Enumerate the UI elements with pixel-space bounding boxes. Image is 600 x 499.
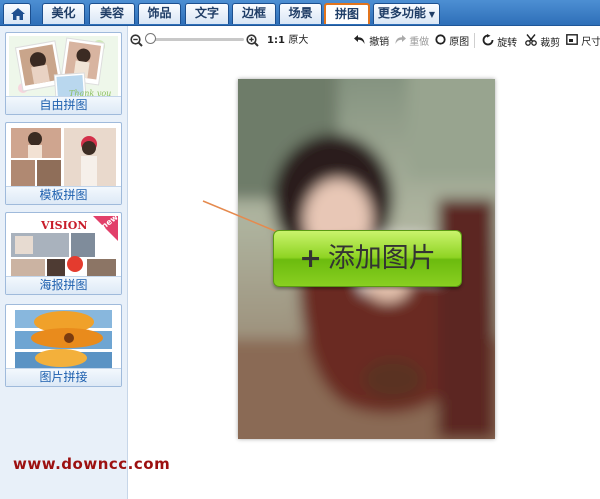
zoom-slider-track[interactable] — [150, 38, 244, 41]
tab-frame[interactable]: 边框 — [232, 3, 276, 24]
resize-icon — [566, 34, 578, 45]
resize-label: 尺寸 — [581, 37, 600, 48]
tab-label: 美化 — [51, 6, 76, 20]
zoom-out-icon — [130, 34, 143, 47]
zoom-slider-handle[interactable] — [145, 33, 156, 44]
crop-button[interactable]: 裁剪 — [525, 34, 561, 49]
tab-beauty[interactable]: 美容 — [89, 3, 135, 24]
add-image-label: 添加图片 — [327, 243, 436, 274]
actual-size-button[interactable]: 1:1 原大 — [267, 34, 308, 48]
tab-label: 场景 — [288, 6, 313, 20]
tab-label: 美容 — [99, 6, 124, 20]
sidebar-item-label: 自由拼图 — [6, 96, 121, 114]
tab-label: 拼图 — [334, 7, 359, 21]
chevron-down-icon: ▼ — [428, 10, 436, 19]
tab-scene[interactable]: 场景 — [279, 3, 322, 24]
main-tab-bar: 美化 美容 饰品 文字 边框 场景 拼图 更多功能 ▼ — [0, 0, 600, 26]
template-collage-thumbnail — [9, 126, 118, 190]
tab-decor[interactable]: 饰品 — [138, 3, 181, 24]
undo-button[interactable]: 撤销 — [354, 34, 389, 48]
redo-label: 重做 — [409, 37, 430, 48]
rotate-label: 旋转 — [497, 38, 518, 49]
site-watermark: www.downcc.com — [13, 455, 171, 473]
sidebar-item-label: 海报拼图 — [6, 276, 121, 294]
undo-label: 撤销 — [369, 37, 390, 48]
sidebar-item-image-stitching[interactable]: 图片拼接 — [5, 304, 122, 387]
collage-mode-sidebar: Thank you 自由拼图 模板拼图 VISION new 海报拼图 图片拼接 — [0, 26, 128, 499]
undo-icon — [354, 35, 365, 44]
sidebar-item-label: 图片拼接 — [6, 368, 121, 386]
scissors-icon — [525, 34, 537, 46]
add-image-button[interactable]: + 添加图片 — [273, 230, 462, 287]
zoom-in-button[interactable] — [246, 34, 259, 48]
resize-button[interactable]: 尺寸 — [566, 34, 600, 48]
original-image-label: 原图 — [449, 37, 470, 48]
crop-label: 裁剪 — [540, 38, 561, 49]
original-image-icon — [435, 34, 446, 45]
rotate-button[interactable]: 旋转 — [482, 34, 518, 49]
redo-button[interactable]: 重做 — [394, 34, 429, 48]
tab-label: 文字 — [194, 6, 219, 20]
tab-collage[interactable]: 拼图 — [324, 3, 370, 24]
home-icon — [11, 8, 25, 20]
poster-thumb-title: VISION — [40, 219, 87, 232]
sidebar-item-label: 模板拼图 — [6, 186, 121, 204]
image-stitching-thumbnail — [9, 308, 118, 372]
tab-text[interactable]: 文字 — [185, 3, 229, 24]
zoom-ratio-label: 1:1 — [267, 35, 285, 46]
tab-more-features[interactable]: 更多功能 ▼ — [373, 3, 440, 24]
sidebar-item-template-collage[interactable]: 模板拼图 — [5, 122, 122, 205]
rotate-icon — [482, 34, 494, 46]
plus-icon: + — [299, 243, 322, 274]
tab-home[interactable] — [3, 3, 31, 24]
actual-size-label: 原大 — [288, 35, 309, 46]
original-image-button[interactable]: 原图 — [435, 34, 469, 48]
tab-label: 更多功能 — [377, 6, 426, 20]
tab-label: 边框 — [241, 6, 266, 20]
sidebar-item-free-collage[interactable]: Thank you 自由拼图 — [5, 32, 122, 115]
tab-label: 饰品 — [147, 6, 172, 20]
free-collage-thumbnail: Thank you — [9, 36, 118, 100]
photo-editor-window: 美化 美容 饰品 文字 边框 场景 拼图 更多功能 ▼ Thank you 自由… — [0, 0, 600, 499]
toolbar-divider — [474, 33, 475, 48]
zoom-in-icon — [246, 34, 259, 47]
sidebar-item-poster-collage[interactable]: VISION new 海报拼图 — [5, 212, 122, 295]
tab-beautify[interactable]: 美化 — [42, 3, 85, 24]
poster-collage-thumbnail: VISION new — [9, 216, 118, 280]
zoom-out-button[interactable] — [130, 34, 143, 48]
redo-icon — [395, 35, 406, 44]
